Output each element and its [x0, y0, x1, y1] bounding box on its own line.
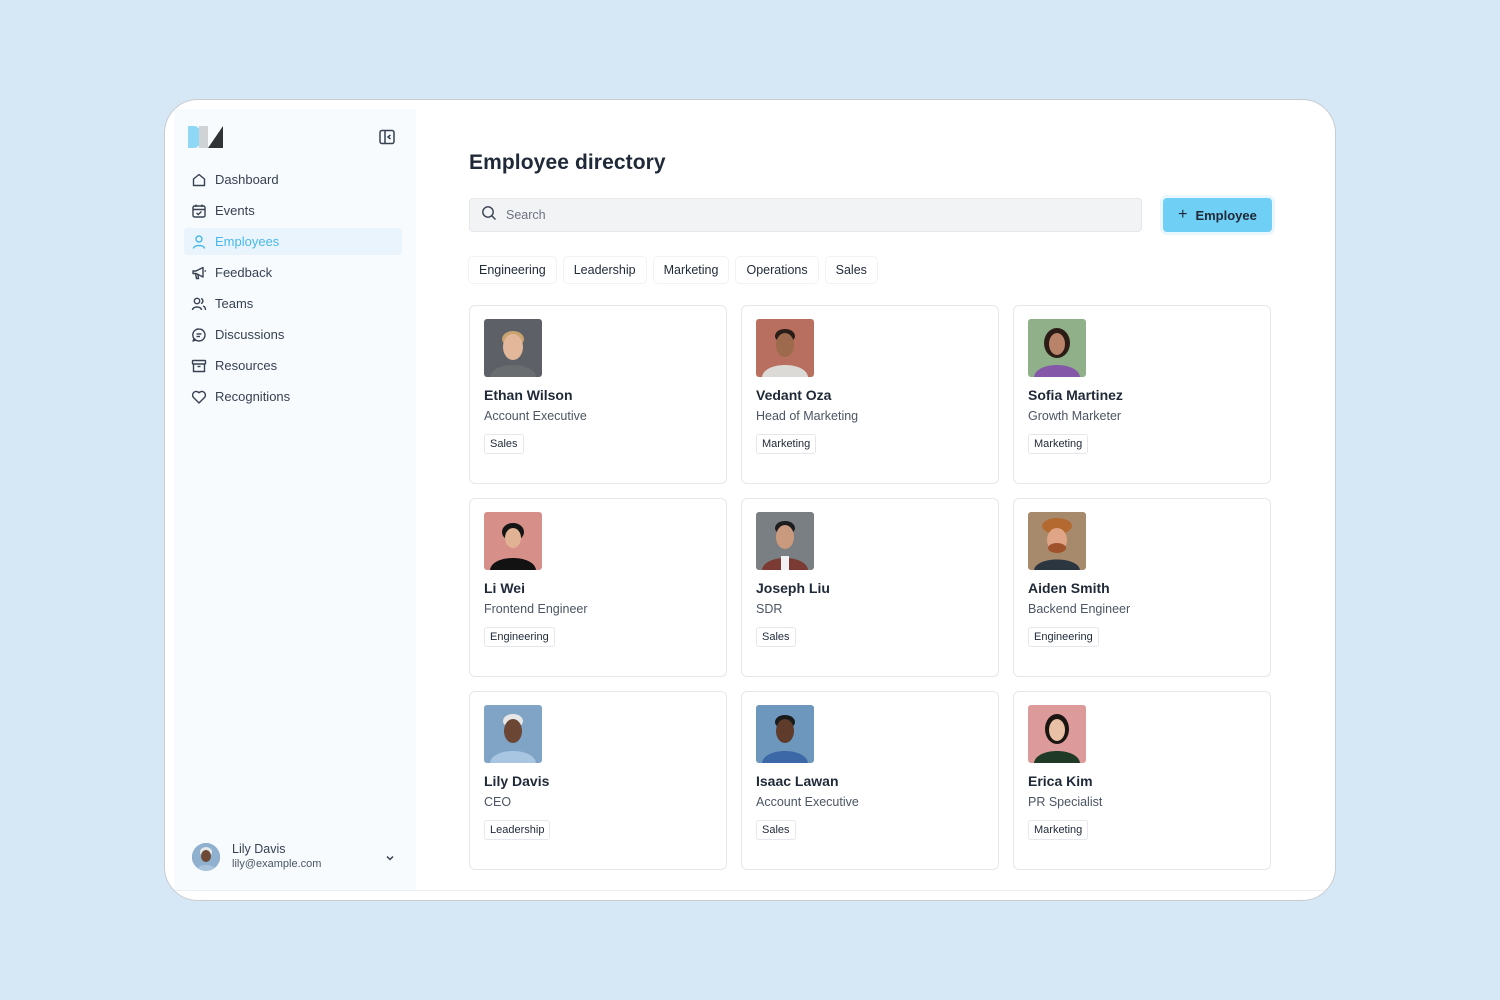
chevron-down-icon[interactable]: [384, 851, 396, 863]
employee-card[interactable]: Sofia Martinez Growth Marketer Marketing: [1013, 305, 1271, 484]
user-menu[interactable]: Lily Davis lily@example.com: [192, 842, 398, 872]
employee-photo: [484, 512, 542, 570]
search-icon: [481, 205, 506, 226]
user-email: lily@example.com: [232, 858, 322, 870]
sidebar-item-label: Dashboard: [215, 172, 279, 187]
employee-photo: [756, 319, 814, 377]
filter-leadership[interactable]: Leadership: [564, 257, 646, 283]
logo-icon: [188, 126, 224, 148]
department-badge: Sales: [484, 434, 524, 454]
search-input[interactable]: [506, 208, 1106, 222]
employee-role: Account Executive: [756, 795, 859, 809]
employee-role: Growth Marketer: [1028, 409, 1122, 423]
employee-name: Aiden Smith: [1028, 580, 1110, 596]
employee-role: Backend Engineer: [1028, 602, 1131, 616]
main-content: Employee directory + Employee Engineerin…: [416, 109, 1326, 890]
employee-name: Sofia Martinez: [1028, 387, 1123, 403]
avatar: [192, 843, 220, 871]
employee-card[interactable]: Isaac Lawan Account Executive Sales: [741, 691, 999, 870]
sidebar-item-label: Discussions: [215, 327, 285, 342]
sidebar-item-dashboard[interactable]: Dashboard: [184, 166, 402, 193]
employee-name: Erica Kim: [1028, 773, 1093, 789]
department-filters: Engineering Leadership Marketing Operati…: [469, 257, 885, 283]
heart-icon: [191, 389, 207, 405]
sidebar-item-employees[interactable]: Employees: [184, 228, 402, 255]
department-badge: Leadership: [484, 820, 551, 840]
sidebar-item-label: Employees: [215, 234, 280, 249]
employee-photo: [484, 319, 542, 377]
sidebar-item-label: Teams: [215, 296, 254, 311]
filter-marketing[interactable]: Marketing: [654, 257, 729, 283]
sidebar-item-resources[interactable]: Resources: [184, 352, 402, 379]
employee-photo: [484, 705, 542, 763]
sidebar-item-recognitions[interactable]: Recognitions: [184, 383, 402, 410]
employee-role: CEO: [484, 795, 512, 809]
filter-engineering[interactable]: Engineering: [469, 257, 556, 283]
employee-photo: [1028, 512, 1086, 570]
user-name: Lily Davis: [232, 842, 286, 856]
filter-sales[interactable]: Sales: [826, 257, 877, 283]
megaphone-icon: [191, 265, 207, 281]
filter-operations[interactable]: Operations: [736, 257, 817, 283]
employee-photo: [756, 705, 814, 763]
user-icon: [191, 234, 207, 250]
employee-photo: [1028, 705, 1086, 763]
sidebar: Dashboard Events Employees Feedback Team…: [174, 109, 416, 890]
sidebar-item-label: Recognitions: [215, 389, 291, 404]
employee-role: PR Specialist: [1028, 795, 1103, 809]
sidebar-item-teams[interactable]: Teams: [184, 290, 402, 317]
sidebar-item-label: Resources: [215, 358, 278, 373]
plus-icon: +: [1178, 206, 1188, 223]
page-title: Employee directory: [469, 151, 666, 174]
home-icon: [191, 172, 207, 188]
app-window: Dashboard Events Employees Feedback Team…: [164, 99, 1336, 901]
user-info: Lily Davis lily@example.com: [232, 842, 321, 872]
employee-name: Ethan Wilson: [484, 387, 573, 403]
employee-card[interactable]: Erica Kim PR Specialist Marketing: [1013, 691, 1271, 870]
employee-name: Li Wei: [484, 580, 525, 596]
department-badge: Sales: [756, 627, 796, 647]
employee-card[interactable]: Aiden Smith Backend Engineer Engineering: [1013, 498, 1271, 677]
add-employee-button[interactable]: + Employee: [1163, 198, 1272, 232]
sidebar-item-label: Feedback: [215, 265, 273, 280]
department-badge: Engineering: [1028, 627, 1099, 647]
employee-role: Account Executive: [484, 409, 587, 423]
employee-name: Isaac Lawan: [756, 773, 839, 789]
department-badge: Marketing: [756, 434, 817, 454]
chat-icon: [191, 327, 207, 343]
department-badge: Marketing: [1028, 820, 1089, 840]
employee-card[interactable]: Vedant Oza Head of Marketing Marketing: [741, 305, 999, 484]
sidebar-item-feedback[interactable]: Feedback: [184, 259, 402, 286]
employee-card[interactable]: Joseph Liu SDR Sales: [741, 498, 999, 677]
department-badge: Engineering: [484, 627, 555, 647]
employee-role: Head of Marketing: [756, 409, 859, 423]
employee-card[interactable]: Ethan Wilson Account Executive Sales: [469, 305, 727, 484]
add-employee-label: Employee: [1195, 207, 1257, 223]
calendar-icon: [191, 203, 207, 219]
employee-name: Vedant Oza: [756, 387, 832, 403]
sidebar-collapse-icon[interactable]: [378, 128, 396, 146]
sidebar-item-label: Events: [215, 203, 255, 218]
employee-role: SDR: [756, 602, 783, 616]
department-badge: Marketing: [1028, 434, 1089, 454]
department-badge: Sales: [756, 820, 796, 840]
employee-photo: [1028, 319, 1086, 377]
app-inner: Dashboard Events Employees Feedback Team…: [174, 109, 1326, 891]
employee-card[interactable]: Lily Davis CEO Leadership: [469, 691, 727, 870]
employee-name: Joseph Liu: [756, 580, 830, 596]
sidebar-item-discussions[interactable]: Discussions: [184, 321, 402, 348]
users-icon: [191, 296, 207, 312]
search-bar[interactable]: [469, 198, 1142, 232]
sidebar-nav: Dashboard Events Employees Feedback Team…: [184, 166, 402, 414]
employee-name: Lily Davis: [484, 773, 550, 789]
employee-role: Frontend Engineer: [484, 602, 588, 616]
employee-photo: [756, 512, 814, 570]
employee-grid: Ethan Wilson Account Executive Sales Ved…: [469, 305, 1271, 870]
sidebar-item-events[interactable]: Events: [184, 197, 402, 224]
employee-card[interactable]: Li Wei Frontend Engineer Engineering: [469, 498, 727, 677]
archive-icon: [191, 358, 207, 374]
